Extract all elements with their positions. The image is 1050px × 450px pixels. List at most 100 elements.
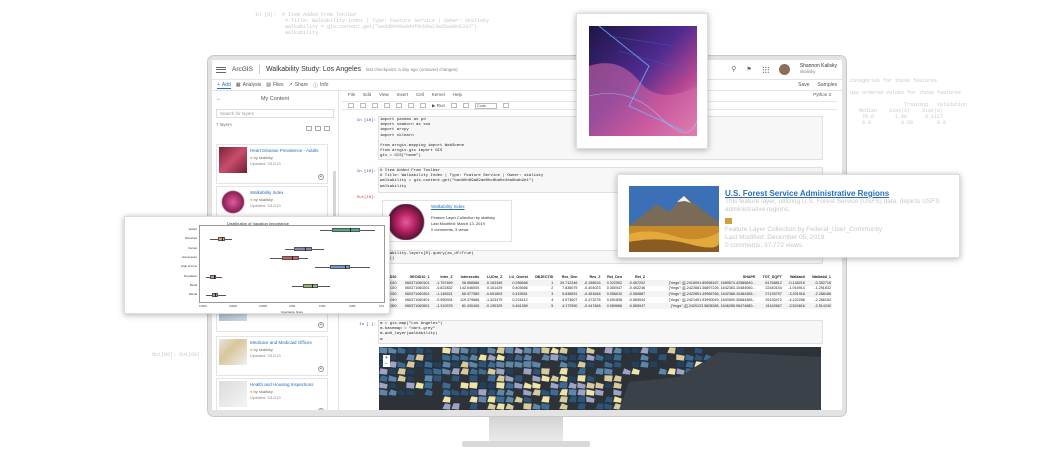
boxplot-category-label: Rental xyxy=(188,292,197,297)
boxplot-tick-label: 0.0001 xyxy=(199,305,207,308)
copy-icon[interactable] xyxy=(384,103,390,108)
apps-grid-icon[interactable] xyxy=(761,65,769,73)
code-line: walkability.layers[0].query(as_df=True) xyxy=(380,252,474,256)
app-toolbar: + Add ▦ Analysis ▤ Files ↗ Share ⓘ Info Save Samp… xyxy=(212,80,842,91)
tab-analysis[interactable]: ▦ Analysis xyxy=(236,82,261,88)
boxplot-xlabel: Importance Score xyxy=(280,310,304,314)
keyboard-icon[interactable] xyxy=(502,103,509,108)
forest-service-link[interactable]: U.S. Forest Service Administrative Regio… xyxy=(725,189,889,198)
run-button[interactable]: ▶ Run xyxy=(432,103,445,109)
sort-icon[interactable] xyxy=(324,126,330,131)
menu-view[interactable]: View xyxy=(379,92,389,100)
layer-item[interactable]: Medicare and Medicaid Offices ● by skalis… xyxy=(216,336,328,376)
satellite-thumbnail xyxy=(589,26,697,136)
boxplot-box xyxy=(332,228,360,232)
save-icon[interactable] xyxy=(348,103,354,108)
boxplot-box xyxy=(294,246,312,251)
layer-search-input[interactable]: Search for layers xyxy=(216,109,334,118)
table-cell: -3.524616 xyxy=(782,302,806,309)
add-layer-icon[interactable]: + xyxy=(318,174,324,180)
add-cell-icon[interactable] xyxy=(360,103,366,108)
add-layer-icon[interactable]: + xyxy=(318,408,324,410)
map-widget[interactable]: + − xyxy=(379,347,821,410)
menu-file[interactable]: File xyxy=(348,92,355,100)
boxplot-tick-label: 0.0002 xyxy=(229,305,237,308)
layer-item[interactable]: Heart Disease Prevalence - Adults ● by sk… xyxy=(216,144,328,184)
sidebar-title[interactable]: My Content xyxy=(212,96,338,102)
notification-icon[interactable]: ⚑ xyxy=(746,66,751,73)
save-button[interactable]: Save xyxy=(798,82,809,88)
table-cell: 0.069666 xyxy=(601,302,624,309)
user-name[interactable]: Shannon Kalisky skalisky xyxy=(800,63,837,75)
tab-files[interactable]: ▤ Files xyxy=(266,82,283,88)
notebook-title[interactable]: Walkability Study: Los Angeles xyxy=(266,66,361,73)
cut-icon[interactable] xyxy=(372,103,378,108)
paste-icon[interactable] xyxy=(396,103,402,108)
add-layer-icon[interactable]: + xyxy=(318,366,324,372)
code-line: from arcgis.mapping import WebScene xyxy=(380,144,465,149)
menu-help[interactable]: Help xyxy=(453,92,462,100)
tab-share[interactable]: ↗ Share xyxy=(288,82,308,88)
grid-view-icon[interactable] xyxy=(315,126,321,131)
stop-icon[interactable] xyxy=(450,103,457,108)
code-line: import sklearn xyxy=(380,133,414,138)
output-prompt: Out[10]: xyxy=(356,196,376,200)
forest-service-type: Feature Layer Collection by Federal_User… xyxy=(725,226,883,233)
code-line: import pandas as pd xyxy=(380,118,426,122)
walkability-thumbnail xyxy=(386,204,426,240)
table-cell: {"rings": [[[-2420123.5808385, 1646285.9… xyxy=(646,302,757,309)
restart-icon[interactable] xyxy=(462,103,469,108)
list-view-icon[interactable] xyxy=(306,126,312,131)
menu-kernel[interactable]: Kernel xyxy=(432,92,445,100)
cell-prompt: In [ ]: xyxy=(359,323,376,327)
code-map: m = gis.map("Los Angeles") m.basemap = "… xyxy=(380,322,442,343)
app-header: ArcGIS Walkability Study: Los Angeles la… xyxy=(212,60,842,80)
mountain-thumbnail xyxy=(629,186,719,252)
background-code-top: In [9]: # Item Added From Toolbar # Titl… xyxy=(255,12,489,36)
code-line: import arcpy xyxy=(380,128,409,133)
user-icon: ● xyxy=(250,197,253,202)
info-icon: ⓘ xyxy=(313,82,319,89)
code-line: from arcgis.gis import GIS xyxy=(380,149,443,154)
layer-title[interactable]: Medicare and Medicaid Offices xyxy=(250,340,312,345)
map-polygons xyxy=(379,347,821,410)
menu-cell[interactable]: Cell xyxy=(416,92,424,100)
samples-button[interactable]: Samples xyxy=(818,82,837,88)
boxplot-median xyxy=(305,246,306,251)
add-layer-icon[interactable]: + xyxy=(318,322,324,328)
table-cell: 5 xyxy=(528,302,555,309)
search-icon[interactable]: ⚲ xyxy=(731,65,736,73)
move-up-icon[interactable] xyxy=(408,103,414,108)
move-down-icon[interactable] xyxy=(420,103,426,108)
cell-type-select[interactable]: Code xyxy=(474,102,497,109)
menu-edit[interactable]: Edit xyxy=(363,92,371,100)
table-cell: -0.190329 xyxy=(480,302,504,309)
kernel-indicator[interactable]: Python 3 xyxy=(813,92,831,97)
layer-title[interactable]: Heart Disease Prevalence - Adults xyxy=(250,148,319,153)
tab-add[interactable]: + Add xyxy=(217,82,231,89)
layer-title[interactable]: Walkability Index xyxy=(250,190,284,195)
layer-item[interactable]: Health and Housing Inspections ● by skali… xyxy=(216,378,328,410)
file-icon: ▤ xyxy=(266,82,271,88)
menu-insert[interactable]: Insert xyxy=(397,92,408,100)
user-icon: ● xyxy=(250,155,253,160)
boxplot-tick-label: 0.002 xyxy=(319,305,326,308)
avatar[interactable] xyxy=(778,63,790,75)
boxplot-category-label: High Income xyxy=(181,264,197,269)
code-cell-map[interactable] xyxy=(378,320,823,344)
analysis-icon: ▦ xyxy=(235,82,241,88)
walkability-link[interactable]: Walkability Index xyxy=(431,204,465,209)
layer-updated: Updated: 3/12/19 xyxy=(250,161,281,166)
table-cell: 4.172950 xyxy=(554,302,579,309)
code-line: walkability = gis.content.get("baddhh99a… xyxy=(380,179,534,184)
tab-info[interactable]: ⓘ Info xyxy=(313,82,328,89)
back-arrow-icon[interactable]: ← xyxy=(216,96,222,102)
layer-updated: Updated: 3/12/19 xyxy=(250,395,281,400)
layer-owner: ● by skalisky xyxy=(250,389,273,394)
layer-title[interactable]: Health and Housing Inspections xyxy=(250,382,314,387)
code-query: walkability.layers[0].query(as_df=True) … xyxy=(380,252,474,262)
dataframe-table: GEOID10GEOID10_1Inter_ZIntersectioLUOm_Z… xyxy=(362,274,832,309)
layer-thumbnail xyxy=(219,189,247,215)
menu-icon[interactable] xyxy=(216,66,226,73)
map-zoom-controls[interactable]: + − xyxy=(383,355,390,367)
